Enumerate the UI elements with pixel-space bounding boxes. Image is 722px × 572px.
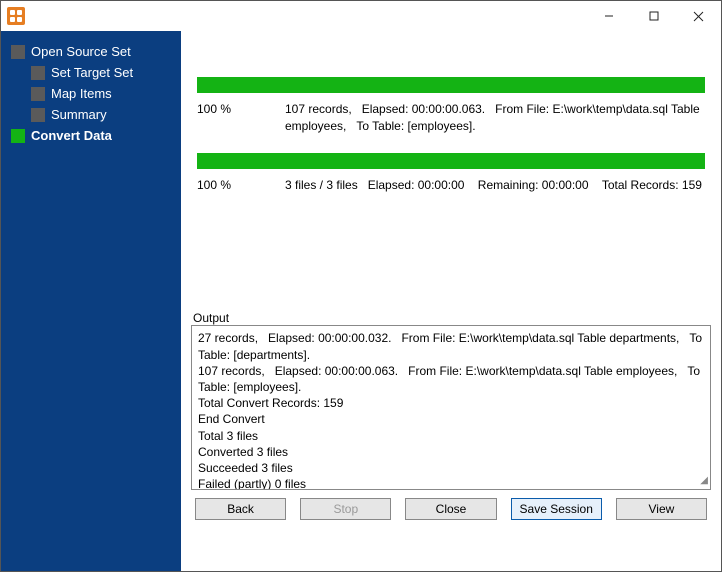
sidebar-item-label: Summary: [51, 107, 107, 122]
total-progress-details: 3 files / 3 files Elapsed: 00:00:00 Rema…: [285, 177, 705, 194]
back-button[interactable]: Back: [195, 498, 286, 520]
file-progress-details: 107 records, Elapsed: 00:00:00.063. From…: [285, 101, 705, 135]
app-window: Open Source Set Set Target Set Map Items Su…: [0, 0, 722, 572]
step-status-icon: [11, 45, 25, 59]
sidebar-item-open-source-set[interactable]: Open Source Set: [11, 41, 177, 62]
view-button[interactable]: View: [616, 498, 707, 520]
output-line: End Convert: [198, 411, 704, 427]
output-line: Converted 3 files: [198, 444, 704, 460]
sidebar-item-set-target-set[interactable]: Set Target Set: [31, 62, 177, 83]
sidebar-item-summary[interactable]: Summary: [31, 104, 177, 125]
output-line: 107 records, Elapsed: 00:00:00.063. From…: [198, 363, 704, 395]
output-line: Total Convert Records: 159: [198, 395, 704, 411]
stop-button[interactable]: Stop: [300, 498, 391, 520]
maximize-button[interactable]: [631, 1, 676, 31]
total-progress-bar: [197, 153, 705, 169]
output-textarea[interactable]: 27 records, Elapsed: 00:00:00.032. From …: [191, 325, 711, 490]
main-panel: 100 % 107 records, Elapsed: 00:00:00.063…: [181, 31, 721, 571]
file-progress-bar: [197, 77, 705, 93]
resize-grip-icon: ◢: [700, 474, 708, 488]
output-label: Output: [191, 311, 711, 325]
sidebar-item-label: Convert Data: [31, 128, 112, 143]
save-session-button[interactable]: Save Session: [511, 498, 602, 520]
file-progress-row: 100 % 107 records, Elapsed: 00:00:00.063…: [197, 99, 705, 153]
app-icon: [7, 7, 25, 25]
close-button[interactable]: Close: [405, 498, 496, 520]
close-window-button[interactable]: [676, 1, 721, 31]
output-line: Failed (partly) 0 files: [198, 476, 704, 490]
output-line: Total 3 files: [198, 428, 704, 444]
wizard-sidebar: Open Source Set Set Target Set Map Items Su…: [1, 31, 181, 571]
total-progress-percent: 100 %: [197, 177, 267, 194]
window-controls: [586, 1, 721, 31]
step-status-icon: [31, 66, 45, 80]
minimize-button[interactable]: [586, 1, 631, 31]
step-status-icon: [11, 129, 25, 143]
sidebar-item-label: Map Items: [51, 86, 112, 101]
button-row: Back Stop Close Save Session View: [191, 490, 711, 520]
output-line: 27 records, Elapsed: 00:00:00.032. From …: [198, 330, 704, 362]
titlebar: [1, 1, 721, 31]
file-progress-percent: 100 %: [197, 101, 267, 135]
sidebar-item-label: Open Source Set: [31, 44, 131, 59]
total-progress-row: 100 % 3 files / 3 files Elapsed: 00:00:0…: [197, 175, 705, 212]
sidebar-item-map-items[interactable]: Map Items: [31, 83, 177, 104]
step-status-icon: [31, 108, 45, 122]
step-status-icon: [31, 87, 45, 101]
output-line: Succeeded 3 files: [198, 460, 704, 476]
sidebar-item-convert-data[interactable]: Convert Data: [11, 125, 177, 146]
sidebar-item-label: Set Target Set: [51, 65, 133, 80]
